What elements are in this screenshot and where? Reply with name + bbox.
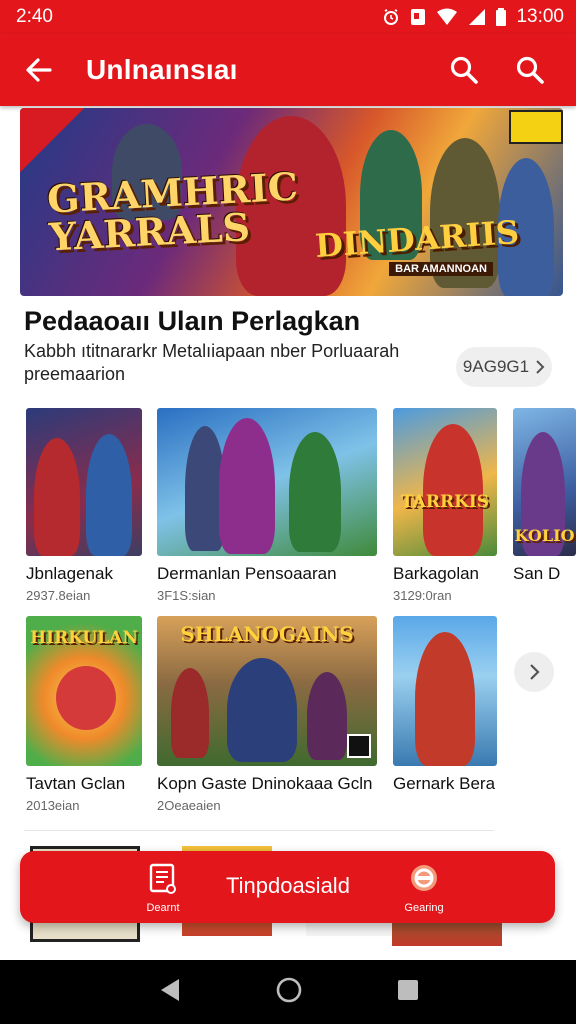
search-icon <box>450 56 478 84</box>
game-thumbnail <box>157 408 377 556</box>
game-thumbnail: TARRKIS <box>393 408 497 556</box>
thumbnail-character <box>86 434 132 556</box>
game-card[interactable]: TARRKIS Barkagolan 3129:0ran <box>393 408 497 603</box>
back-button[interactable] <box>20 51 58 89</box>
game-controller-icon <box>411 865 437 891</box>
thumbnail-text: TARRKIS <box>400 492 490 512</box>
game-card[interactable]: KOLIO San D <box>513 408 576 584</box>
chevron-right-icon <box>536 360 545 374</box>
thumbnail-text: HIRKULAN <box>30 628 138 648</box>
thumbnail-badge <box>347 734 371 758</box>
nav-home-button[interactable] <box>275 976 303 1009</box>
hero-title-left: GRAMHRIC YARRALS <box>46 163 301 259</box>
divider <box>24 830 494 831</box>
see-more-button[interactable]: 9AG9G1 <box>456 347 552 387</box>
game-card[interactable]: HIRKULAN Tavtan Gclan 2013eian <box>26 616 142 813</box>
status-time-right: 13:00 <box>516 6 564 27</box>
circle-home-icon <box>276 977 302 1002</box>
thumbnail-character <box>307 672 347 760</box>
game-meta: 2Oeaeaien <box>157 798 221 813</box>
primary-action-label[interactable]: Tinpdoasiald <box>226 873 350 899</box>
chevron-right-icon <box>530 664 540 680</box>
game-thumbnail: KOLIO <box>513 408 576 556</box>
see-more-label: 9AG9G1 <box>462 357 530 376</box>
game-thumbnail <box>26 408 142 556</box>
game-title: Kopn Gaste Dninokaaa Gcln <box>157 774 373 793</box>
game-thumbnail: SHLANOGAINS <box>157 616 377 766</box>
game-card[interactable]: Dermanlan Pensoaaran 3F1S:sian <box>157 408 377 603</box>
thumbnail-character <box>289 432 341 552</box>
page-title: Unlnaınsıaı <box>86 54 238 85</box>
game-thumbnail: HIRKULAN <box>26 616 142 766</box>
thumbnail-character <box>171 668 209 758</box>
dearnt-button[interactable]: Dearnt <box>140 863 186 914</box>
game-meta: 2937.8eian <box>26 588 91 603</box>
search-button[interactable] <box>444 50 484 90</box>
game-title: San D <box>513 564 561 583</box>
triangle-back-icon <box>161 978 179 1001</box>
thumbnail-character <box>423 424 483 556</box>
thumbnail-text: SHLANOGAINS <box>180 622 354 646</box>
hero-banner[interactable]: GRAMHRIC YARRALS DINDARIIS BAR AMANNOAN <box>20 108 563 296</box>
search-icon <box>516 56 544 84</box>
section-subtitle: Kabbh ıtitnararkr Metalıiapaan nber Porl… <box>24 341 400 384</box>
arrow-back-icon <box>26 58 52 82</box>
status-time-left: 2:40 <box>16 6 53 27</box>
thumbnail-text: KOLIO <box>514 526 575 545</box>
thumbnail-character <box>56 666 116 730</box>
hero-badge <box>509 110 563 144</box>
nav-recents-button[interactable] <box>397 979 419 1006</box>
scroll-right-button[interactable] <box>514 652 554 692</box>
hero-subtitle: BAR AMANNOAN <box>389 262 493 276</box>
battery-icon <box>496 8 507 26</box>
game-card[interactable]: Gernark Bera <box>393 616 497 794</box>
game-card[interactable]: SHLANOGAINS Kopn Gaste Dninokaaa Gcln 2O… <box>157 616 377 813</box>
thumbnail-character <box>219 418 275 554</box>
status-bar: 2:40 13:00 <box>0 0 576 34</box>
game-meta: 3F1S:sian <box>157 588 216 603</box>
status-icons: 13:00 <box>382 6 564 28</box>
alarm-icon <box>384 9 399 25</box>
section-title: Pedaaoaıı Ulaın Perlagkan <box>24 306 361 336</box>
gearing-label: Gearing <box>404 902 444 914</box>
game-title: Gernark Bera <box>393 774 496 793</box>
thumbnail-character <box>227 658 297 762</box>
wifi-icon <box>437 8 458 25</box>
signal-icon <box>469 9 486 25</box>
game-card[interactable]: Jbnlagenak 2937.8eian <box>26 408 142 603</box>
nav-back-button[interactable] <box>157 977 181 1008</box>
thumbnail-character <box>34 438 80 556</box>
game-title: Jbnlagenak <box>26 564 113 583</box>
document-icon <box>149 863 176 894</box>
game-title: Dermanlan Pensoaaran <box>157 564 337 583</box>
game-meta: 3129:0ran <box>393 588 452 603</box>
system-nav-bar <box>0 960 576 1024</box>
square-recents-icon <box>398 979 418 1000</box>
game-thumbnail <box>393 616 497 766</box>
thumbnail-character <box>415 632 475 766</box>
bottom-action-bar: Dearnt Tinpdoasiald Gearing <box>20 851 555 923</box>
game-meta: 2013eian <box>26 798 80 813</box>
search-button-secondary[interactable] <box>510 50 550 90</box>
hero-ribbon <box>20 108 84 172</box>
app-bar: Unlnaınsıaı <box>0 34 576 106</box>
gearing-button[interactable]: Gearing <box>398 863 450 914</box>
notification-icon <box>411 9 426 25</box>
game-title: Tavtan Gclan <box>26 774 126 793</box>
game-title: Barkagolan <box>393 564 480 583</box>
dearnt-label: Dearnt <box>146 902 180 914</box>
